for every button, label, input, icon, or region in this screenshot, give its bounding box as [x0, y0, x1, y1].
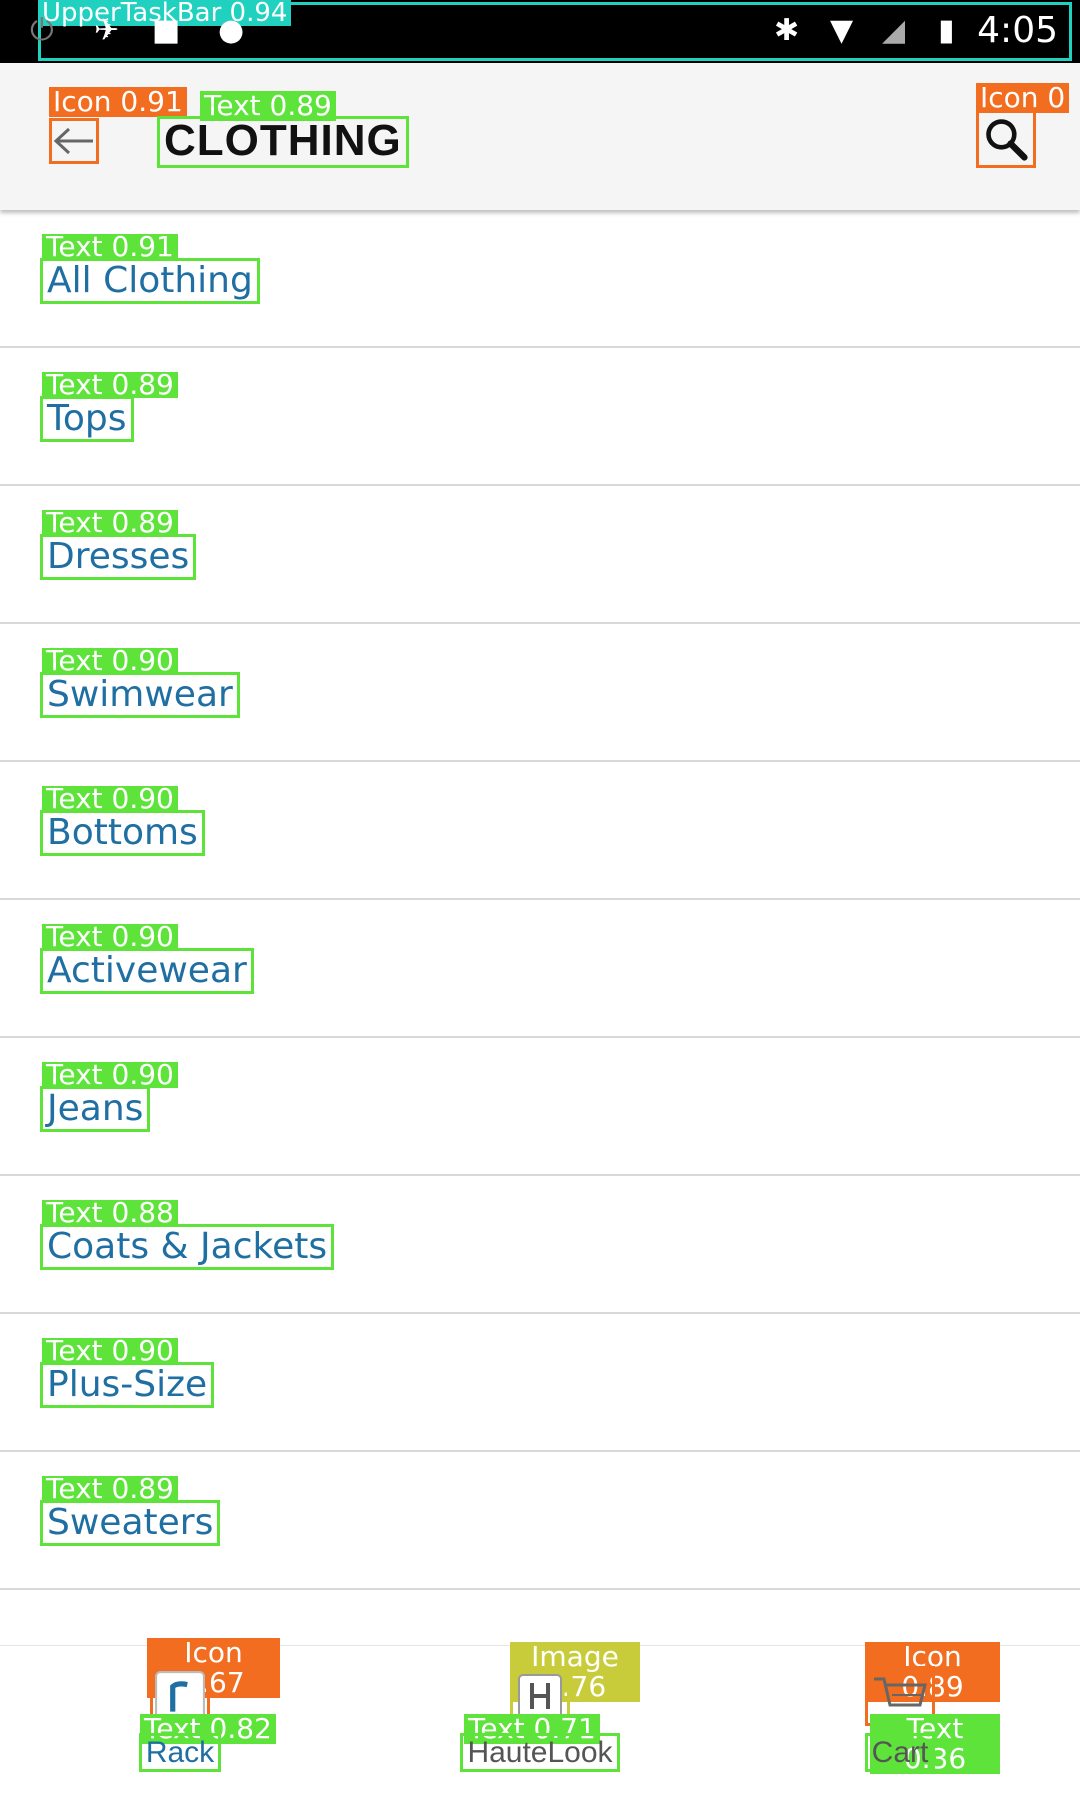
back-overlay-label: Icon 0.91 [49, 87, 187, 117]
category-label: Tops [40, 396, 134, 442]
category-label: Plus-Size [40, 1362, 215, 1408]
list-item[interactable]: Text 0.90 Plus-Size [0, 1314, 1080, 1452]
nav-label-rack: Rack [80, 1733, 280, 1772]
list-item[interactable]: Text 0.90 Jeans [0, 1038, 1080, 1176]
category-label: Activewear [40, 948, 254, 994]
category-label: Bottoms [40, 810, 205, 856]
nav-item-hautelook[interactable]: Image 0.76 Text 0.71 HauteLook [440, 1642, 640, 1795]
satellite-icon: ✈ [94, 13, 120, 48]
category-label: Coats & Jackets [40, 1224, 335, 1270]
power-icon: ⏻ [30, 13, 54, 48]
overlay-label: Text 0.91 [42, 233, 178, 261]
list-item[interactable]: Text 0.88 Coats & Jackets [0, 1176, 1080, 1314]
overlay-label: Text 0.90 [42, 1337, 178, 1365]
list-item[interactable]: Text 0.89 Dresses [0, 486, 1080, 624]
no-signal-icon: ◢ [882, 13, 906, 48]
list-item[interactable]: Text 0.90 Activewear [0, 900, 1080, 1038]
page-title: CLOTHING [157, 116, 409, 168]
category-label: Sweaters [40, 1500, 221, 1546]
list-item[interactable]: Text 0.89 Tops [0, 348, 1080, 486]
overlay-label: Text 0.90 [42, 785, 178, 813]
category-label: Swimwear [40, 672, 240, 718]
app-bar: Icon 0.91 Text 0.89 CLOTHING Icon 0 [0, 63, 1080, 210]
nav-label-hautelook: HauteLook [440, 1733, 640, 1772]
nav-item-cart[interactable]: Icon 0.89 Text 0.36 Cart [800, 1642, 1000, 1795]
search-icon [986, 119, 1028, 161]
overlay-label: Text 0.90 [42, 647, 178, 675]
back-arrow-icon [53, 127, 93, 155]
overlay-label: Text 0.90 [42, 923, 178, 951]
nav-item-rack[interactable]: Icon 0.67 Text 0.82 Rack [80, 1638, 280, 1795]
lock-icon: ■ [152, 13, 181, 48]
nav-label-cart: Cart [800, 1733, 1000, 1772]
android-icon: ● [218, 13, 245, 48]
overlay-label: Text 0.89 [42, 371, 178, 399]
overlay-label: Text 0.88 [42, 1199, 178, 1227]
search-button[interactable] [976, 110, 1036, 168]
overlay-label: Text 0.90 [42, 1061, 178, 1089]
category-label: Dresses [40, 534, 197, 580]
bluetooth-icon: ✱ [774, 13, 800, 48]
list-item[interactable]: Text 0.89 Sweaters [0, 1452, 1080, 1590]
category-label: All Clothing [40, 258, 260, 304]
wifi-icon: ▼ [830, 13, 854, 48]
status-bar: UpperTaskBar 0.94 ⏻ ✈ ■ ● ✱ ▼ ◢ ▮ 4:05 [0, 0, 1080, 63]
list-item[interactable]: Text 0.91 All Clothing [0, 210, 1080, 348]
battery-charging-icon: ▮ [938, 13, 955, 48]
category-list: Text 0.91 All Clothing Text 0.89 Tops Te… [0, 210, 1080, 1590]
bottom-nav: Icon 0.67 Text 0.82 Rack Image 0.76 Text… [0, 1638, 1080, 1795]
list-item[interactable]: Text 0.90 Swimwear [0, 624, 1080, 762]
search-overlay-label: Icon 0 [976, 83, 1070, 113]
back-button[interactable] [49, 118, 99, 164]
category-label: Jeans [40, 1086, 151, 1132]
overlay-label: Text 0.89 [42, 1475, 178, 1503]
overlay-label: Text 0.89 [42, 509, 178, 537]
list-item[interactable]: Text 0.90 Bottoms [0, 762, 1080, 900]
status-time: 4:05 [977, 10, 1058, 51]
